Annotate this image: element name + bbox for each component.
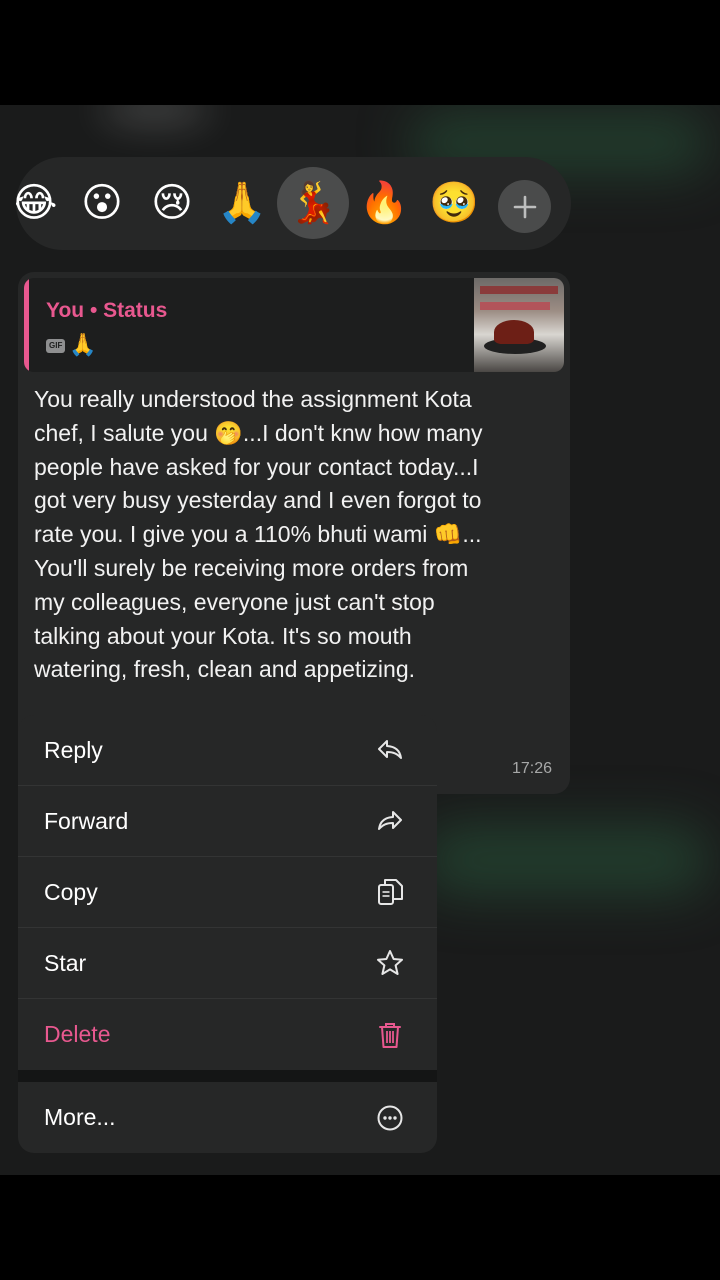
menu-divider	[18, 1070, 437, 1082]
blurred-background-highlight	[100, 105, 210, 125]
reaction-surprised[interactable]: 😮	[66, 167, 138, 239]
menu-item-reply[interactable]: Reply	[18, 715, 437, 786]
message-timestamp: 17:26	[511, 760, 552, 777]
message-text: You really understood the assignment Kot…	[34, 386, 483, 683]
reaction-crying[interactable]: 😢	[136, 167, 208, 239]
reply-icon	[375, 735, 405, 765]
quote-author: You • Status	[46, 299, 168, 322]
quoted-status[interactable]: You • Status GIF 🙏	[24, 278, 564, 372]
menu-item-label: More...	[44, 1104, 116, 1130]
reaction-laughing-tears[interactable]: 😂	[16, 167, 70, 239]
reaction-fire[interactable]: 🔥	[348, 167, 420, 239]
menu-item-label: Star	[44, 949, 87, 976]
quote-accent-bar	[24, 278, 29, 372]
quote-preview: GIF 🙏	[46, 333, 97, 358]
menu-item-star[interactable]: Star	[18, 928, 437, 999]
add-reaction-button[interactable]	[498, 180, 551, 233]
reaction-dancer-selected[interactable]: 💃	[277, 167, 349, 239]
reaction-bar: 😂 😮 😢 🙏 💃 🔥 🥹	[16, 157, 571, 250]
gif-badge: GIF	[46, 338, 66, 353]
menu-item-forward[interactable]: Forward	[18, 786, 437, 857]
context-menu: Reply Forward Copy Star Delete More...	[18, 715, 437, 1153]
menu-item-more[interactable]: More...	[18, 1082, 437, 1153]
forward-icon	[375, 806, 405, 836]
menu-item-copy[interactable]: Copy	[18, 857, 437, 928]
menu-item-label: Forward	[44, 807, 129, 834]
menu-item-delete[interactable]: Delete	[18, 999, 437, 1070]
reaction-folded-hands[interactable]: 🙏	[206, 167, 278, 239]
blurred-background-bubble	[420, 825, 710, 895]
menu-item-label: Copy	[44, 878, 98, 905]
menu-item-label: Delete	[44, 1021, 111, 1047]
reaction-pleading[interactable]: 🥹	[418, 167, 490, 239]
star-icon	[375, 948, 405, 978]
chat-screen: 😂 😮 😢 🙏 💃 🔥 🥹 You • Status GIF 🙏 You rea…	[0, 105, 720, 1175]
more-icon	[375, 1103, 405, 1133]
menu-item-label: Reply	[44, 736, 103, 763]
copy-icon	[375, 877, 405, 907]
trash-icon	[375, 1020, 405, 1050]
plus-icon	[513, 195, 536, 218]
status-thumbnail	[474, 278, 564, 372]
quote-emoji: 🙏	[69, 333, 97, 358]
